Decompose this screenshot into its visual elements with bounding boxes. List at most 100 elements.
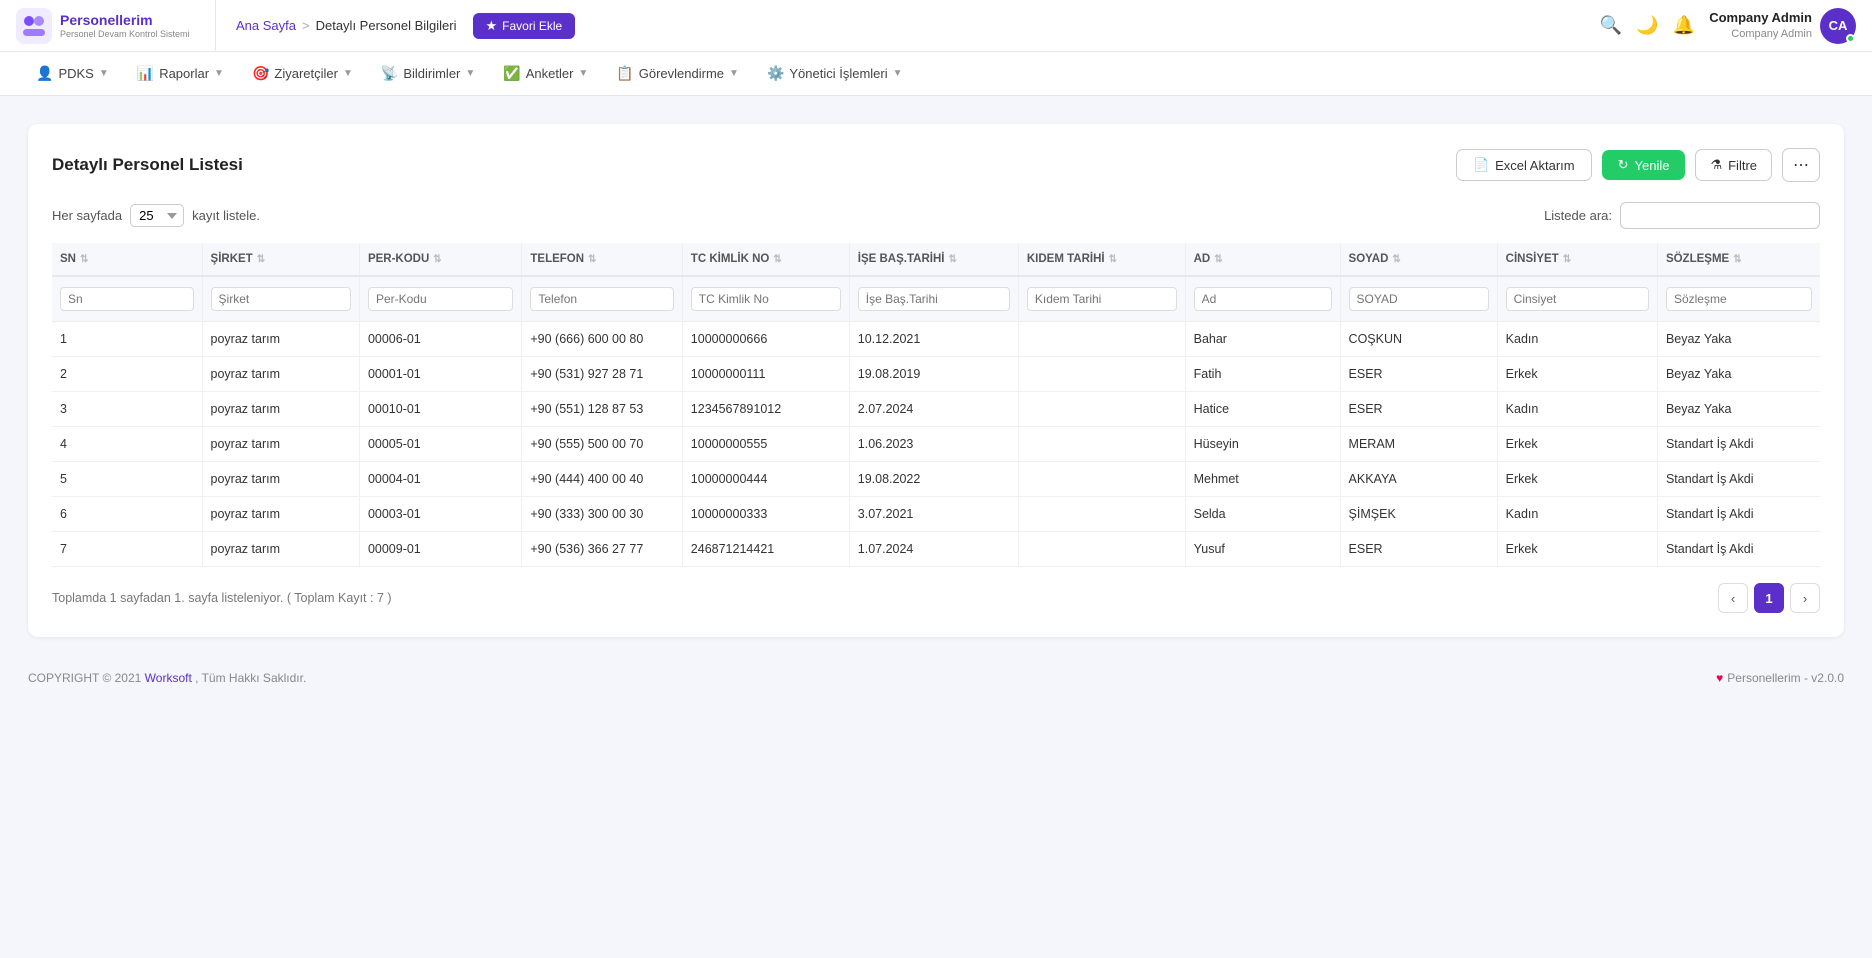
cell-ad: Selda <box>1185 497 1340 532</box>
filter-kidem-input[interactable] <box>1027 287 1177 311</box>
gorevlendirme-chevron-icon: ▼ <box>729 68 739 79</box>
cell-tc_kimlik: 10000000666 <box>682 322 849 357</box>
filter-icon: ⚗ <box>1710 157 1722 173</box>
cell-ad: Yusuf <box>1185 532 1340 567</box>
per-page-select[interactable]: 25 50 100 <box>130 204 184 227</box>
filter-soyad-input[interactable] <box>1349 287 1489 311</box>
nav-raporlar[interactable]: 📊 Raporlar ▼ <box>125 59 236 88</box>
nav-ziyaretciler[interactable]: 🎯 Ziyaretçiler ▼ <box>240 59 365 88</box>
page-1-button[interactable]: 1 <box>1754 583 1784 613</box>
table-filter-row <box>52 276 1820 322</box>
cell-sirket: poyraz tarım <box>202 427 359 462</box>
star-icon: ★ <box>486 18 498 34</box>
col-sn[interactable]: SN⇅ <box>52 243 202 276</box>
personnel-table: SN⇅ ŞİRKET⇅ PER-KODU⇅ TELEFON⇅ TC KİMLİK… <box>52 243 1820 567</box>
col-telefon[interactable]: TELEFON⇅ <box>522 243 682 276</box>
topbar-right: 🔍 🌙 🔔 Company Admin Company Admin CA <box>1600 8 1856 44</box>
col-tc-kimlik[interactable]: TC KİMLİK NO⇅ <box>682 243 849 276</box>
next-page-button[interactable]: › <box>1790 583 1820 613</box>
col-per-kodu[interactable]: PER-KODU⇅ <box>359 243 521 276</box>
table-row: 3poyraz tarım00010-01+90 (551) 128 87 53… <box>52 392 1820 427</box>
cell-tc_kimlik: 10000000444 <box>682 462 849 497</box>
logo-title: Personellerim <box>60 12 190 29</box>
bildirimler-icon: 📡 <box>381 65 398 82</box>
col-sirket[interactable]: ŞİRKET⇅ <box>202 243 359 276</box>
col-kidem[interactable]: KIDEM TARİHİ⇅ <box>1018 243 1185 276</box>
nav-bildirimler[interactable]: 📡 Bildirimler ▼ <box>369 59 487 88</box>
prev-page-button[interactable]: ‹ <box>1718 583 1748 613</box>
search-icon[interactable]: 🔍 <box>1600 15 1622 36</box>
col-sozlesme[interactable]: SÖZLEŞME⇅ <box>1657 243 1820 276</box>
fav-button[interactable]: ★ Favori Ekle <box>473 13 576 39</box>
logo-text: Personellerim Personel Devam Kontrol Sis… <box>60 12 190 40</box>
cell-cinsiyet: Kadın <box>1497 322 1657 357</box>
cell-sn: 4 <box>52 427 202 462</box>
search-input[interactable] <box>1620 202 1820 229</box>
col-ise-bas[interactable]: İŞE BAŞ.TARİHİ⇅ <box>849 243 1018 276</box>
cell-per_kodu: 00004-01 <box>359 462 521 497</box>
table-wrapper: SN⇅ ŞİRKET⇅ PER-KODU⇅ TELEFON⇅ TC KİMLİK… <box>52 243 1820 567</box>
card-header: Detaylı Personel Listesi 📄 Excel Aktarım… <box>52 148 1820 182</box>
card-actions: 📄 Excel Aktarım ↻ Yenile ⚗ Filtre ⋯ <box>1456 148 1820 182</box>
refresh-icon: ↻ <box>1618 157 1629 173</box>
logo-icon <box>16 8 52 44</box>
filter-button[interactable]: ⚗ Filtre <box>1695 149 1772 181</box>
filter-cinsiyet-input[interactable] <box>1506 287 1649 311</box>
sn-sort-icon: ⇅ <box>80 254 88 265</box>
cell-sirket: poyraz tarım <box>202 357 359 392</box>
raporlar-chevron-icon: ▼ <box>214 68 224 79</box>
main-navigation: 👤 PDKS ▼ 📊 Raporlar ▼ 🎯 Ziyaretçiler ▼ 📡… <box>0 52 1872 96</box>
filter-sozlesme-input[interactable] <box>1666 287 1812 311</box>
filter-telefon-input[interactable] <box>530 287 673 311</box>
cell-ad: Hatice <box>1185 392 1340 427</box>
col-cinsiyet[interactable]: CİNSİYET⇅ <box>1497 243 1657 276</box>
breadcrumb-home[interactable]: Ana Sayfa <box>236 18 296 33</box>
filter-per-kodu-input[interactable] <box>368 287 513 311</box>
cell-sirket: poyraz tarım <box>202 392 359 427</box>
cell-ise_bas: 1.06.2023 <box>849 427 1018 462</box>
per-page-suffix: kayıt listele. <box>192 208 260 223</box>
cell-ad: Bahar <box>1185 322 1340 357</box>
ziyaretciler-icon: 🎯 <box>252 65 269 82</box>
cell-per_kodu: 00003-01 <box>359 497 521 532</box>
col-soyad[interactable]: SOYAD⇅ <box>1340 243 1497 276</box>
filter-sn <box>52 276 202 322</box>
heart-icon: ♥ <box>1716 671 1723 685</box>
cell-ad: Mehmet <box>1185 462 1340 497</box>
excel-icon: 📄 <box>1473 157 1489 173</box>
bildirimler-chevron-icon: ▼ <box>465 68 475 79</box>
user-area: Company Admin Company Admin CA <box>1709 8 1856 44</box>
filter-ise-bas-input[interactable] <box>858 287 1010 311</box>
cell-ise_bas: 2.07.2024 <box>849 392 1018 427</box>
page-title: Detaylı Personel Listesi <box>52 155 243 175</box>
filter-sirket <box>202 276 359 322</box>
filter-tc-kimlik-input[interactable] <box>691 287 841 311</box>
cell-sozlesme: Standart İş Akdi <box>1657 497 1820 532</box>
filter-sn-input[interactable] <box>60 287 194 311</box>
avatar[interactable]: CA <box>1820 8 1856 44</box>
filter-ad <box>1185 276 1340 322</box>
cell-sozlesme: Beyaz Yaka <box>1657 392 1820 427</box>
more-button[interactable]: ⋯ <box>1782 148 1820 182</box>
cell-cinsiyet: Erkek <box>1497 462 1657 497</box>
cell-cinsiyet: Kadın <box>1497 497 1657 532</box>
filter-sirket-input[interactable] <box>211 287 351 311</box>
filter-soyad <box>1340 276 1497 322</box>
nav-pdks[interactable]: 👤 PDKS ▼ <box>24 59 121 88</box>
logo-subtitle: Personel Devam Kontrol Sistemi <box>60 29 190 40</box>
nav-gorevlendirme[interactable]: 📋 Görevlendirme ▼ <box>604 59 751 88</box>
cell-soyad: ESER <box>1340 532 1497 567</box>
col-ad[interactable]: AD⇅ <box>1185 243 1340 276</box>
refresh-button[interactable]: ↻ Yenile <box>1602 150 1686 180</box>
darkmode-icon[interactable]: 🌙 <box>1636 15 1658 36</box>
cell-telefon: +90 (666) 600 00 80 <box>522 322 682 357</box>
nav-anketler[interactable]: ✅ Anketler ▼ <box>491 59 600 88</box>
nav-anketler-label: Anketler <box>526 66 574 81</box>
page-content: Detaylı Personel Listesi 📄 Excel Aktarım… <box>0 96 1872 653</box>
footer-company-link[interactable]: Worksoft <box>145 671 192 685</box>
excel-button[interactable]: 📄 Excel Aktarım <box>1456 149 1592 181</box>
notification-icon[interactable]: 🔔 <box>1673 15 1695 36</box>
filter-ad-input[interactable] <box>1194 287 1332 311</box>
per-page-prefix: Her sayfada <box>52 208 122 223</box>
nav-yonetici[interactable]: ⚙️ Yönetici İşlemleri ▼ <box>755 59 915 88</box>
